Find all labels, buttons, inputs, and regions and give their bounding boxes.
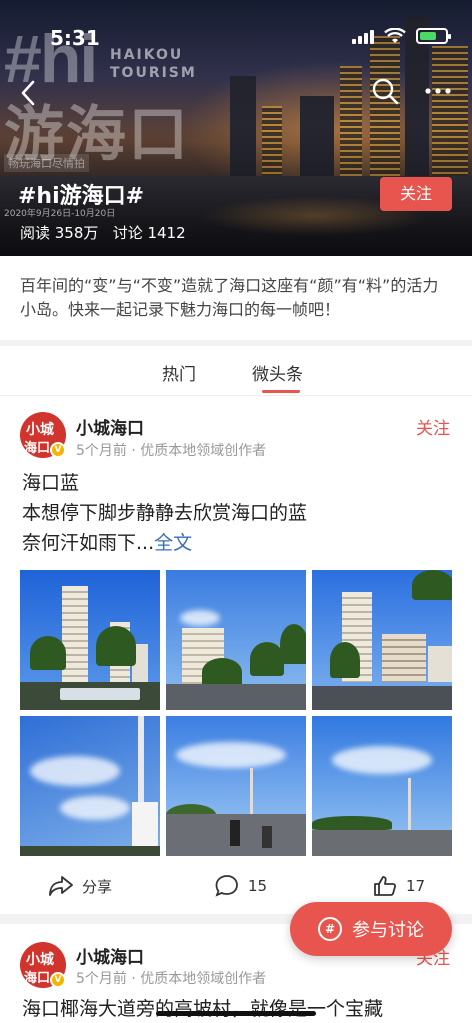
post-line: 海口椰海大道旁的高坡村，就像是一个宝藏 [22, 998, 384, 1020]
topic-dates: 2020年9月26日-10月20日 [4, 209, 116, 219]
like-count: 17 [406, 877, 426, 895]
post-image[interactable] [312, 716, 452, 856]
avatar-text-top: 小城 [26, 952, 54, 968]
tab-hot[interactable]: 热门 [162, 360, 196, 385]
verified-badge-icon: V [50, 442, 66, 458]
tab-micro-headlines[interactable]: 微头条 [252, 360, 303, 385]
post-line: 本想停下脚步静静去欣赏海口的蓝 [22, 502, 308, 524]
topic-stats: 阅读 358万 讨论 1412 [20, 224, 186, 242]
avatar-text-bottom: 海口 [24, 971, 51, 986]
post-meta: 5个月前 · 优质本地领域创作者 [76, 443, 267, 459]
post-line: 奈何汗如雨下... [22, 532, 155, 554]
active-tab-indicator [262, 390, 300, 393]
search-icon[interactable] [370, 76, 400, 106]
feed-tabs: 热门 微头条 [0, 346, 472, 396]
status-icons [352, 28, 451, 44]
post-image[interactable] [166, 716, 306, 856]
more-options-icon[interactable] [422, 76, 454, 106]
post-meta: 5个月前 · 优质本地领域创作者 [76, 971, 267, 987]
image-grid [20, 570, 452, 856]
thumbs-up-icon [374, 876, 396, 896]
share-icon [49, 876, 73, 896]
back-icon[interactable] [14, 78, 44, 108]
post-image[interactable] [166, 570, 306, 710]
cellular-signal-icon [352, 28, 374, 44]
join-discussion-label: 参与讨论 [352, 920, 424, 941]
post-image[interactable] [20, 716, 160, 856]
follow-author-button[interactable]: 关注 [416, 414, 450, 439]
avatar-text-bottom: 海口 [24, 441, 51, 456]
avatar-text-top: 小城 [26, 422, 54, 438]
wifi-icon [384, 28, 406, 43]
share-button[interactable]: 分享 [48, 874, 112, 898]
brand-logo-english: HAIKOU TOURISM [110, 46, 197, 82]
status-time: 5:31 [50, 26, 100, 50]
comment-icon [215, 875, 238, 897]
author-name[interactable]: 小城海口 [76, 414, 144, 439]
home-indicator[interactable] [156, 1011, 316, 1016]
post-body[interactable]: 海口蓝 本想停下脚步静静去欣赏海口的蓝 奈何汗如雨下...全文 [22, 468, 307, 558]
follow-topic-button[interactable]: 关注 [380, 177, 452, 211]
verified-badge-icon: V [50, 972, 66, 988]
post-image[interactable] [20, 570, 160, 710]
author-name[interactable]: 小城海口 [76, 943, 144, 968]
brand-en-line2: TOURISM [110, 65, 197, 81]
join-discussion-button[interactable]: # 参与讨论 [290, 902, 452, 956]
comment-count: 15 [248, 877, 268, 895]
brand-en-line1: HAIKOU [110, 47, 184, 63]
post-body[interactable]: 海口椰海大道旁的高坡村，就像是一个宝藏 [22, 994, 383, 1023]
post-line: 海口蓝 [22, 472, 80, 494]
read-full-text-link[interactable]: 全文 [154, 532, 192, 554]
like-button[interactable]: 17 [372, 874, 425, 898]
brand-slogan: 畅玩海口尽情拍 [4, 154, 89, 172]
share-label: 分享 [82, 877, 113, 896]
topic-hero-banner: #hi HAIKOU TOURISM 游海口 畅玩海口尽情拍 5:31 #hi游… [0, 0, 472, 256]
topic-description: 百年间的“变”与“不变”造就了海口这座有“颜”有“料”的活力小岛。快来一起记录下… [20, 276, 439, 319]
post-image[interactable] [312, 570, 452, 710]
comment-button[interactable]: 15 [214, 874, 267, 898]
hash-icon: # [318, 917, 342, 941]
battery-icon [416, 28, 451, 44]
post-line-last: 奈何汗如雨下...全文 [22, 528, 307, 558]
